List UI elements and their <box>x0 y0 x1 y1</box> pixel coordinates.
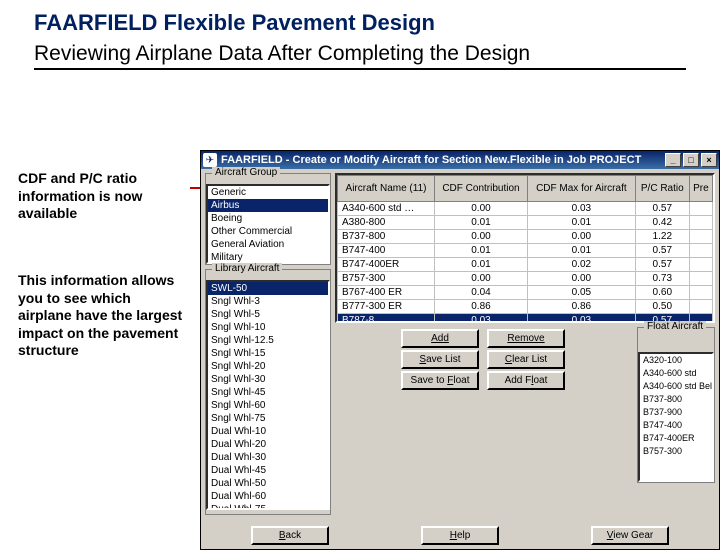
float-item[interactable]: B747-400ER <box>640 432 712 445</box>
app-window: ✈ FAARFIELD - Create or Modify Aircraft … <box>200 150 720 550</box>
table-row[interactable]: A340-600 std …0.000.030.57 <box>338 202 713 216</box>
minimize-button[interactable]: _ <box>665 153 681 167</box>
library-item[interactable]: Dual Whl-20 <box>208 438 328 451</box>
annotation-2: This information allows you to see which… <box>18 272 188 360</box>
table-row[interactable]: B757-3000.000.000.73 <box>338 272 713 286</box>
library-item[interactable]: Sngl Whl-45 <box>208 386 328 399</box>
aircraft-group-list[interactable]: GenericAirbusBoeingOther CommercialGener… <box>206 184 330 264</box>
float-item[interactable]: A340-600 std <box>640 367 712 380</box>
float-aircraft-list[interactable]: A320-100A340-600 stdA340-600 std BellyB7… <box>638 352 714 482</box>
help-button[interactable]: Help <box>421 526 499 545</box>
library-item[interactable]: Dual Whl-60 <box>208 490 328 503</box>
library-aircraft-box: Library Aircraft SWL-50Sngl Whl-3Sngl Wh… <box>205 269 331 515</box>
table-row[interactable]: B737-8000.000.001.22 <box>338 230 713 244</box>
slide-title: FAARFIELD Flexible Pavement Design <box>34 10 720 36</box>
aircraft-group-box: Aircraft Group GenericAirbusBoeingOther … <box>205 173 331 265</box>
table-row[interactable]: B747-400ER0.010.020.57 <box>338 258 713 272</box>
column-header[interactable]: CDF Contribution <box>435 176 528 202</box>
group-item[interactable]: Generic <box>208 186 328 199</box>
library-item[interactable]: Sngl Whl-20 <box>208 360 328 373</box>
aircraft-table-wrap: Aircraft Name (11)CDF ContributionCDF Ma… <box>335 173 715 323</box>
column-header[interactable]: Aircraft Name (11) <box>338 176 435 202</box>
slide-subtitle: Reviewing Airplane Data After Completing… <box>34 42 686 70</box>
table-row[interactable]: A380-8000.010.010.42 <box>338 216 713 230</box>
app-icon: ✈ <box>203 153 217 167</box>
float-item[interactable]: A340-600 std Belly <box>640 380 712 393</box>
float-aircraft-box: Float Aircraft A320-100A340-600 stdA340-… <box>637 327 715 483</box>
column-header[interactable]: P/C Ratio <box>635 176 689 202</box>
library-item[interactable]: Dual Whl-10 <box>208 425 328 438</box>
library-item[interactable]: Sngl Whl-5 <box>208 308 328 321</box>
library-item[interactable]: SWL-50 <box>208 282 328 295</box>
remove-button[interactable]: Remove <box>487 329 565 348</box>
float-aircraft-label: Float Aircraft <box>644 321 706 332</box>
table-row[interactable]: B747-4000.010.010.57 <box>338 244 713 258</box>
group-item[interactable]: Other Commercial <box>208 225 328 238</box>
library-aircraft-label: Library Aircraft <box>212 263 282 274</box>
table-row[interactable]: B767-400 ER0.040.050.60 <box>338 286 713 300</box>
library-item[interactable]: Dual Whl-75 <box>208 503 328 510</box>
close-button[interactable]: × <box>701 153 717 167</box>
library-item[interactable]: Sngl Whl-30 <box>208 373 328 386</box>
column-header[interactable]: Pre <box>689 176 712 202</box>
float-item[interactable]: B737-900 <box>640 406 712 419</box>
column-header[interactable]: CDF Max for Aircraft <box>527 176 635 202</box>
library-item[interactable]: Sngl Whl-15 <box>208 347 328 360</box>
float-item[interactable]: A320-100 <box>640 354 712 367</box>
maximize-button[interactable]: □ <box>683 153 699 167</box>
group-item[interactable]: General Aviation <box>208 238 328 251</box>
float-item[interactable]: B737-800 <box>640 393 712 406</box>
view-gear-button[interactable]: View Gear <box>591 526 669 545</box>
group-item[interactable]: Boeing <box>208 212 328 225</box>
save-list-button[interactable]: Save List <box>401 350 479 369</box>
library-item[interactable]: Sngl Whl-12.5 <box>208 334 328 347</box>
library-item[interactable]: Sngl Whl-75 <box>208 412 328 425</box>
window-title: FAARFIELD - Create or Modify Aircraft fo… <box>221 154 663 166</box>
library-item[interactable]: Sngl Whl-60 <box>208 399 328 412</box>
add-float-button[interactable]: Add Float <box>487 371 565 390</box>
library-item[interactable]: Sngl Whl-10 <box>208 321 328 334</box>
clear-list-button[interactable]: Clear List <box>487 350 565 369</box>
annotation-1: CDF and P/C ratio information is now ava… <box>18 170 188 223</box>
table-row[interactable]: B777-300 ER0.860.860.50 <box>338 300 713 314</box>
float-item[interactable]: B757-300 <box>640 445 712 458</box>
library-item[interactable]: Dual Whl-45 <box>208 464 328 477</box>
library-aircraft-list[interactable]: SWL-50Sngl Whl-3Sngl Whl-5Sngl Whl-10Sng… <box>206 280 330 510</box>
add-button[interactable]: Add <box>401 329 479 348</box>
save-to-float-button[interactable]: Save to Float <box>401 371 479 390</box>
library-item[interactable]: Dual Whl-30 <box>208 451 328 464</box>
back-button[interactable]: Back <box>251 526 329 545</box>
library-item[interactable]: Dual Whl-50 <box>208 477 328 490</box>
aircraft-group-label: Aircraft Group <box>212 167 280 178</box>
group-item[interactable]: Airbus <box>208 199 328 212</box>
aircraft-table[interactable]: Aircraft Name (11)CDF ContributionCDF Ma… <box>337 175 713 323</box>
float-item[interactable]: B747-400 <box>640 419 712 432</box>
library-item[interactable]: Sngl Whl-3 <box>208 295 328 308</box>
